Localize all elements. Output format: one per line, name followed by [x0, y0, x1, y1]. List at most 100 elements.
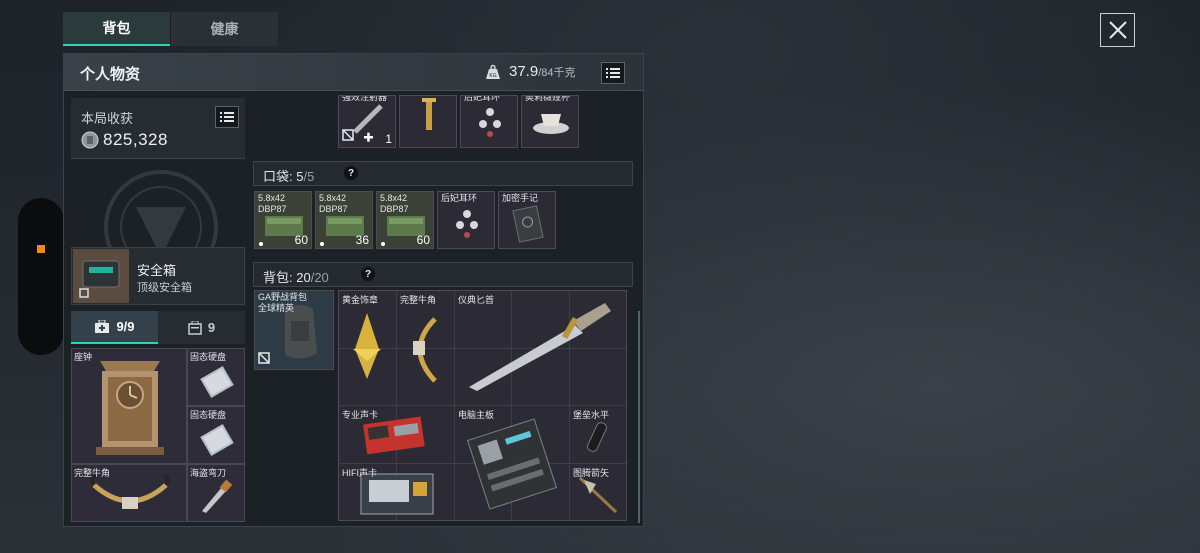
item-pro-soundcard[interactable]: 专业声卡	[339, 406, 454, 463]
motherboard-image	[466, 418, 558, 510]
equipped-backpack-slot[interactable]: GA野战背包 全球精英	[254, 290, 334, 370]
medkit-count: 9/9	[116, 319, 135, 334]
item-ammo-2[interactable]: 5.8x42 DBP87 36	[315, 191, 373, 249]
pocket-title: 口袋: 5/5	[263, 169, 315, 184]
item-label: 固态硬盘	[190, 352, 227, 362]
tab-medkit-container[interactable]: 9/9	[71, 311, 158, 344]
item-ssd-2[interactable]: 固态硬盘	[187, 406, 245, 464]
backpack-section-header: 背包: 20/20 ?	[253, 262, 633, 287]
case-count: 9	[207, 320, 216, 335]
weight-max: /84千克	[538, 67, 576, 79]
case-icon	[188, 320, 202, 335]
svg-text:KG: KG	[489, 73, 496, 79]
item-count: 36	[355, 233, 369, 247]
list-icon	[220, 112, 234, 122]
pocket-help-icon[interactable]: ?	[344, 166, 358, 180]
list-icon	[606, 68, 620, 78]
item-count: 60	[416, 233, 430, 247]
scrollbar[interactable]	[638, 311, 640, 523]
left-column: 本局收获 825,328 安全箱 顶级安全箱 9/9 9 座钟 固态硬盘 固态硬…	[71, 95, 245, 525]
item-intact-horn-2[interactable]: 完整牛角	[397, 291, 454, 405]
earnings-title: 本局收获	[81, 111, 134, 126]
item-label: 完整牛角	[74, 468, 111, 478]
tab-case-container[interactable]: 9	[158, 311, 245, 344]
item-label: 座钟	[74, 352, 93, 362]
right-column: 强效注射器 1 后妃耳环 奥莉薇娅杯 口袋: 5/5 ? 5.8x42 DBP8…	[249, 95, 642, 525]
item-label: 完整牛角	[400, 295, 437, 305]
item-label: 图腾箭矢	[573, 468, 610, 478]
item-label: 5.8x42 DBP87	[258, 193, 287, 214]
list-view-button[interactable]	[601, 62, 625, 84]
item-gold-badge[interactable]: 黄金饰章	[339, 291, 396, 405]
first-aid-kit-icon	[95, 319, 110, 333]
item-desk-clock[interactable]: 座钟	[71, 348, 187, 464]
handle-indicator	[37, 245, 45, 253]
side-drawer-handle[interactable]	[18, 198, 64, 355]
item-label: 后妃耳环	[464, 95, 501, 102]
inventory-panel: 个人物资 KG 37.9/84千克 本局收获 825,328 安全箱 顶级安全箱…	[63, 53, 644, 527]
backpack-title: 背包: 20/20	[263, 270, 329, 285]
item-ammo-3[interactable]: 5.8x42 DBP87 60	[376, 191, 434, 249]
teacup-image	[533, 114, 569, 134]
tab-health[interactable]: 健康	[170, 12, 278, 46]
close-button[interactable]	[1100, 13, 1135, 47]
desk-clock-image	[96, 361, 164, 455]
earnings-value: 825,328	[103, 130, 168, 149]
item-label: 专业声卡	[342, 410, 379, 420]
weight-icon: KG	[485, 64, 501, 80]
item-count: 1	[385, 132, 392, 146]
item-totem-arrow[interactable]: 图腾箭矢	[570, 464, 626, 520]
item-label: HIFI声卡	[342, 468, 377, 478]
pocket-section-header: 口袋: 5/5 ?	[253, 161, 633, 186]
item-ceremonial-dagger[interactable]: 仪典匕首	[455, 291, 626, 405]
earnings-list-button[interactable]	[215, 106, 239, 128]
item-consort-earring-top[interactable]: 后妃耳环	[460, 95, 518, 148]
container-grid: 座钟 固态硬盘 固态硬盘 完整牛角 海盗弯刀	[71, 348, 245, 522]
panel-header: 个人物资 KG 37.9/84千克	[64, 54, 643, 91]
item-golden-relic[interactable]	[399, 95, 457, 148]
earring-image	[479, 108, 501, 137]
weight-current: 37.9	[509, 63, 539, 80]
relic-image	[422, 98, 436, 130]
item-hifi-soundcard[interactable]: HIFI声卡	[339, 464, 454, 520]
item-motherboard[interactable]: 电脑主板	[455, 406, 569, 520]
backpack-help-icon[interactable]: ?	[361, 267, 375, 281]
item-fortress-level[interactable]: 堡垒水平	[570, 406, 626, 463]
item-label: 后妃耳环	[441, 193, 478, 203]
item-intact-horn[interactable]: 完整牛角	[71, 464, 187, 522]
container-tabs: 9/9 9	[71, 311, 245, 344]
panel-title: 个人物资	[80, 66, 141, 83]
safebox-name: 安全箱	[137, 263, 177, 278]
item-label: 加密手记	[502, 193, 539, 203]
item-label: 黄金饰章	[342, 295, 379, 305]
equipped-backpack-label: GA野战背包 全球精英	[258, 292, 308, 313]
item-encrypted-notes[interactable]: 加密手记	[498, 191, 556, 249]
item-consort-earring[interactable]: 后妃耳环	[437, 191, 495, 249]
earnings-box: 本局收获 825,328	[71, 98, 245, 159]
close-icon	[1108, 21, 1127, 39]
gold-badge-image	[353, 313, 381, 379]
item-label: 强效注射器	[342, 95, 388, 102]
item-ammo-1[interactable]: 5.8x42 DBP87 60	[254, 191, 312, 249]
item-label: 5.8x42 DBP87	[380, 193, 409, 214]
tab-backpack[interactable]: 背包	[63, 12, 170, 46]
item-label: 海盗弯刀	[190, 468, 227, 478]
safebox-subtitle: 顶级安全箱	[137, 282, 192, 294]
weight-readout: 37.9/84千克	[509, 63, 576, 80]
item-label: 电脑主板	[458, 410, 495, 420]
item-ssd-1[interactable]: 固态硬盘	[187, 348, 245, 406]
item-strong-injector[interactable]: 强效注射器 1	[338, 95, 396, 148]
item-label: 5.8x42 DBP87	[319, 193, 348, 214]
horn-image	[413, 317, 437, 383]
item-count: 60	[294, 233, 308, 247]
item-label: 奥莉薇娅杯	[525, 95, 571, 102]
coin-icon	[81, 131, 99, 149]
top-tabs: 背包 健康	[63, 12, 278, 46]
item-label: 固态硬盘	[190, 410, 227, 420]
item-label: 堡垒水平	[573, 410, 610, 420]
item-olivia-cup[interactable]: 奥莉薇娅杯	[521, 95, 579, 148]
backpack-grid: 黄金饰章 完整牛角 仪典匕首 专业声卡 电脑主板 堡垒水平 HIFI声卡 图腾箭…	[338, 290, 627, 521]
item-pirate-cutlass[interactable]: 海盗弯刀	[187, 464, 245, 522]
item-label: 仪典匕首	[458, 295, 495, 305]
safebox-slot[interactable]: 安全箱 顶级安全箱	[71, 247, 245, 305]
